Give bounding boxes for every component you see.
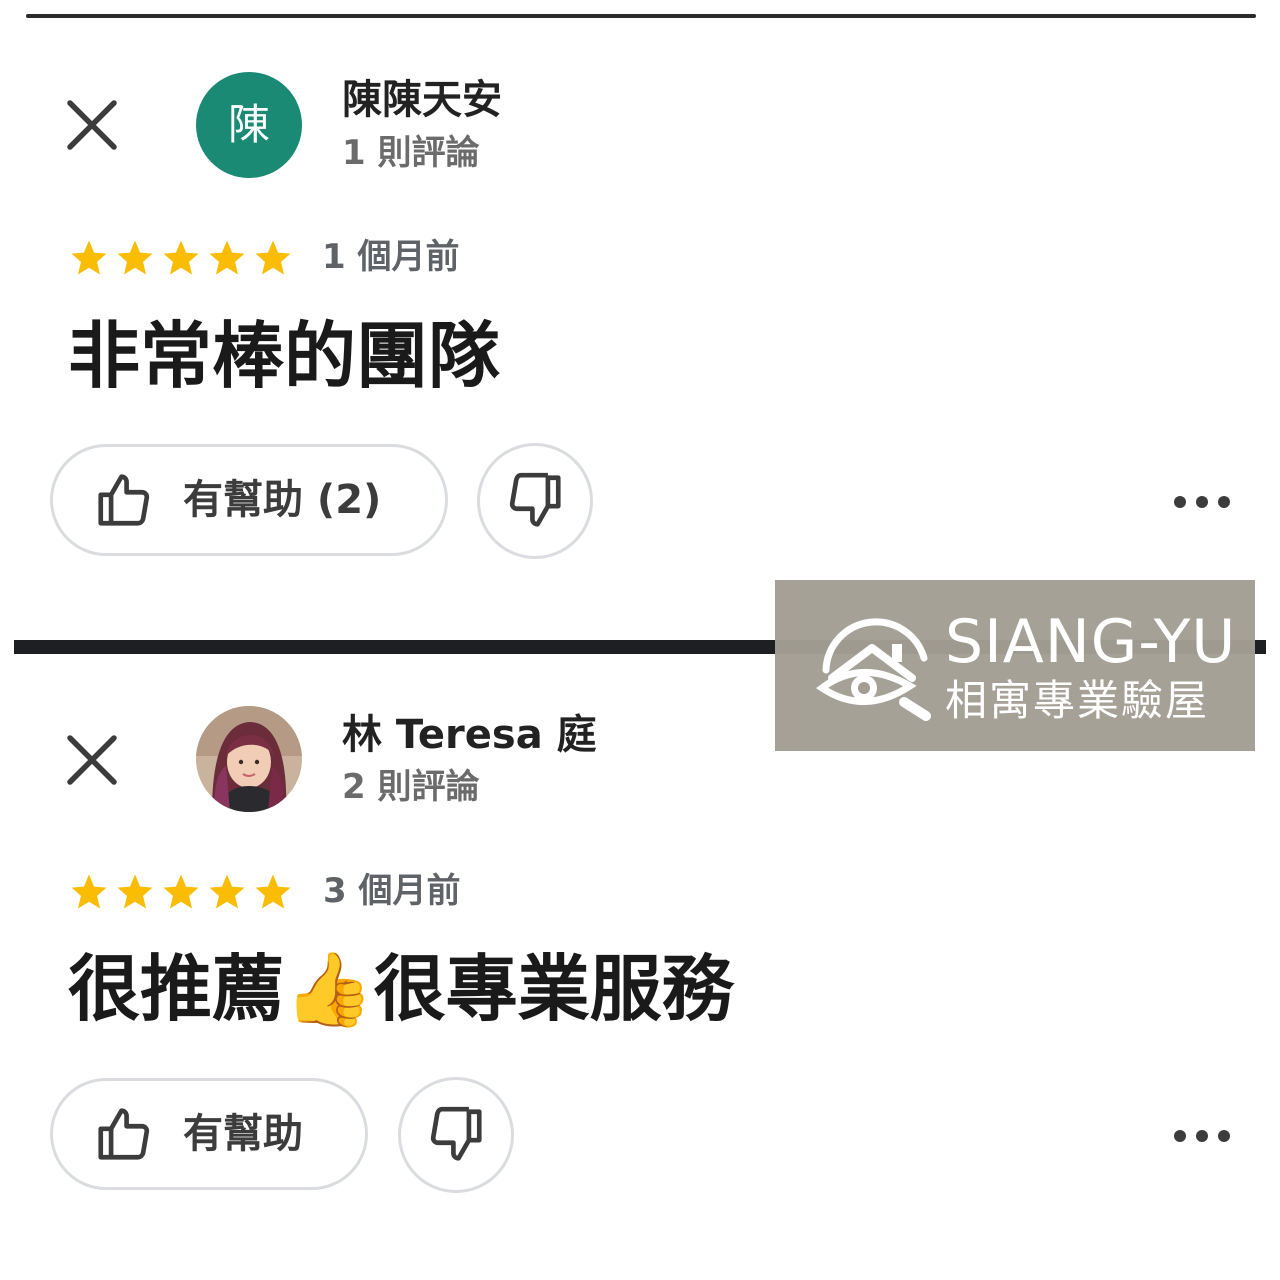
star-icon xyxy=(71,240,107,275)
avatar[interactable]: 陳 xyxy=(196,72,302,178)
star-rating xyxy=(68,871,294,913)
helpful-label: 有幫助 xyxy=(183,1111,303,1157)
star-icon xyxy=(117,240,153,275)
reviewer-name[interactable]: 陳陳天安 xyxy=(342,80,502,120)
review-date: 3 個月前 xyxy=(323,871,461,911)
review-count: 2 則評論 xyxy=(342,767,480,807)
not-helpful-button[interactable] xyxy=(477,443,593,559)
thumbs-down-icon xyxy=(430,1106,482,1161)
more-options-button[interactable] xyxy=(1172,490,1232,514)
close-icon[interactable] xyxy=(62,95,122,155)
star-icon xyxy=(209,240,245,275)
top-divider xyxy=(26,14,1256,18)
watermark-subtitle: 相寓專業驗屋 xyxy=(945,676,1210,725)
avatar-photo xyxy=(196,706,302,812)
star-icon xyxy=(255,874,291,909)
thumbs-up-icon xyxy=(93,1103,155,1165)
reviewer-name[interactable]: 林 Teresa 庭 xyxy=(342,715,597,755)
helpful-label: 有幫助 (2) xyxy=(183,477,382,523)
review-text: 很推薦👍很專業服務 xyxy=(68,947,734,1031)
star-icon xyxy=(117,874,153,909)
star-icon xyxy=(163,874,199,909)
thumbs-down-icon xyxy=(509,472,561,527)
star-icon xyxy=(255,240,291,275)
star-icon xyxy=(209,874,245,909)
helpful-button[interactable]: 有幫助 (2) xyxy=(50,444,448,556)
avatar[interactable] xyxy=(196,706,302,812)
close-icon[interactable] xyxy=(62,730,122,790)
more-horiz-icon xyxy=(1174,496,1230,508)
star-icon xyxy=(163,240,199,275)
review-text: 非常棒的團隊 xyxy=(68,314,501,398)
more-horiz-icon xyxy=(1174,1130,1230,1142)
star-icon xyxy=(71,874,107,909)
star-rating xyxy=(68,237,294,279)
not-helpful-button[interactable] xyxy=(398,1077,514,1193)
more-options-button[interactable] xyxy=(1172,1124,1232,1148)
thumbs-up-icon xyxy=(93,469,155,531)
avatar-initial: 陳 xyxy=(227,100,270,149)
house-inspection-logo-icon xyxy=(812,608,938,724)
watermark-title: SIANG-YU xyxy=(945,607,1237,677)
review-date: 1 個月前 xyxy=(322,237,460,277)
helpful-button[interactable]: 有幫助 xyxy=(50,1078,368,1190)
review-count: 1 則評論 xyxy=(342,133,480,173)
